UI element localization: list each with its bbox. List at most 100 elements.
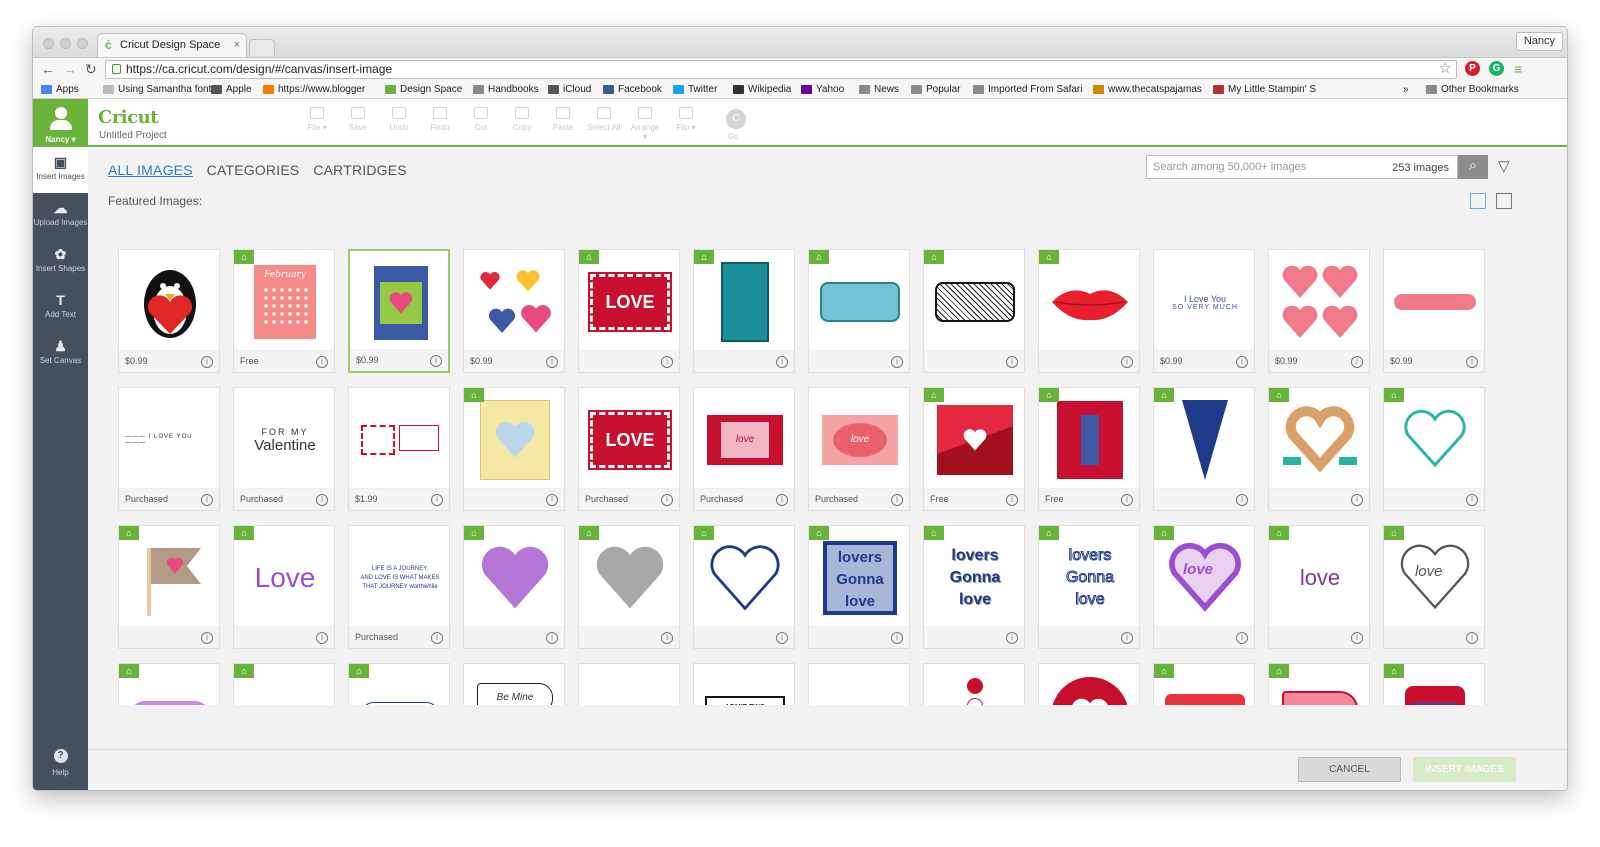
image-card[interactable]: love Purchased i	[693, 387, 795, 511]
bookmark-item[interactable]: Using Samantha font	[103, 81, 211, 98]
bookmark-item[interactable]: Twitter	[673, 81, 717, 98]
pinterest-icon[interactable]: P	[1465, 61, 1480, 76]
bookmark-item[interactable]: https://www.blogger	[263, 81, 365, 98]
forward-arrow-icon[interactable]: →	[63, 60, 77, 78]
toolbar-redo-button[interactable]: Redo	[423, 107, 457, 132]
toolbar-flip-button[interactable]: Flip ▾	[669, 107, 703, 132]
info-icon[interactable]: i	[431, 494, 443, 506]
info-icon[interactable]: i	[546, 356, 558, 368]
image-card[interactable]: lovers Gonna love ⌂ i	[1038, 525, 1140, 649]
image-card[interactable]: February ⌂ Free i	[233, 249, 335, 373]
insert-images-button[interactable]: INSERT IMAGES	[1413, 757, 1516, 782]
image-card[interactable]: Be MineXOXOi	[463, 663, 565, 705]
info-icon[interactable]: i	[201, 494, 213, 506]
bookmark-item[interactable]: My Little Stampin' S	[1213, 81, 1316, 98]
info-icon[interactable]: i	[316, 632, 328, 644]
image-card[interactable]: i	[1038, 663, 1140, 705]
sidebar-item-set-canvas[interactable]: ♟ Set Canvas	[33, 331, 88, 377]
image-card[interactable]: LOVE Purchased i	[578, 387, 680, 511]
image-card[interactable]: ⌂i	[578, 525, 680, 649]
info-icon[interactable]: i	[1006, 356, 1018, 368]
bookmark-item[interactable]: Yahoo	[801, 81, 844, 98]
bookmark-item[interactable]: Handbooks	[473, 81, 539, 98]
image-card[interactable]: love ⌂ i	[1153, 525, 1255, 649]
bookmark-item[interactable]: News	[859, 81, 899, 98]
info-icon[interactable]: i	[776, 356, 788, 368]
url-input[interactable]: https://ca.cricut.com/design/#/canvas/in…	[105, 60, 1457, 79]
info-icon[interactable]: i	[1466, 494, 1478, 506]
go-button[interactable]: C	[726, 109, 746, 129]
image-card[interactable]: LOVE ⌂ i	[578, 249, 680, 373]
bookmark-item[interactable]: Wikipedia	[733, 81, 791, 98]
bookmark-star-icon[interactable]: ☆	[1439, 60, 1452, 77]
image-card[interactable]: ⌂ Free i	[1038, 387, 1140, 511]
bookmark-item[interactable]: Apple	[211, 81, 252, 98]
browser-tab[interactable]: ċ Cricut Design Space ×	[97, 33, 247, 57]
image-card[interactable]: FOR MY Valentine Purchased i	[233, 387, 335, 511]
image-card[interactable]: LIFE IS A JOURNEY, AND LOVE IS WHAT MAKES…	[348, 525, 450, 649]
image-card[interactable]: iloveyou⌂i	[233, 663, 335, 705]
tab-categories[interactable]: CATEGORIES	[207, 162, 300, 178]
image-card[interactable]: ⌂i	[923, 249, 1025, 373]
close-window-button[interactable]	[43, 38, 54, 49]
window-controls[interactable]	[43, 38, 88, 49]
reload-icon[interactable]: ↻	[85, 60, 97, 78]
info-icon[interactable]: i	[1466, 632, 1478, 644]
info-icon[interactable]: i	[1236, 494, 1248, 506]
image-card[interactable]: ⌂i	[808, 249, 910, 373]
info-icon[interactable]: i	[430, 355, 442, 367]
info-icon[interactable]: i	[431, 632, 443, 644]
image-card[interactable]: Love ⌂ i	[233, 525, 335, 649]
profile-button[interactable]: Nancy	[1515, 32, 1563, 51]
image-card[interactable]: ⌂ Free i	[923, 387, 1025, 511]
image-card[interactable]: iloveyou⌂i	[118, 663, 220, 705]
info-icon[interactable]: i	[546, 494, 558, 506]
image-card[interactable]: $0.99 i	[463, 249, 565, 373]
info-icon[interactable]: i	[891, 356, 903, 368]
info-icon[interactable]: i	[661, 356, 673, 368]
image-card[interactable]: XO⌂i	[1153, 663, 1255, 705]
tab-cartridges[interactable]: CARTRIDGES	[313, 162, 407, 178]
image-card[interactable]: ⌂i	[463, 525, 565, 649]
cancel-button[interactable]: CANCEL	[1298, 757, 1401, 782]
minimize-window-button[interactable]	[60, 38, 71, 49]
info-icon[interactable]: i	[201, 632, 213, 644]
info-icon[interactable]: i	[891, 494, 903, 506]
info-icon[interactable]: i	[661, 632, 673, 644]
other-bookmarks[interactable]: Other Bookmarks	[1426, 81, 1519, 98]
search-input[interactable]: Search among 50,000+ images 253 images	[1146, 155, 1458, 179]
image-card[interactable]: love ⌂ i	[1268, 525, 1370, 649]
bookmark-item[interactable]: Popular	[911, 81, 960, 98]
info-icon[interactable]: i	[1121, 632, 1133, 644]
toolbar-file-button[interactable]: File ▾	[300, 107, 334, 132]
info-icon[interactable]: i	[776, 632, 788, 644]
image-card[interactable]: I Love You SO VERY MUCH $0.99 i	[1153, 249, 1255, 373]
image-card[interactable]: $1.99 i	[348, 387, 450, 511]
user-menu[interactable]: Nancy ▾	[33, 99, 88, 147]
info-icon[interactable]: i	[316, 494, 328, 506]
image-card[interactable]: ——— I LOVE YOU ——— Purchased i	[118, 387, 220, 511]
menu-icon[interactable]: ≡	[1514, 60, 1522, 78]
tab-close-icon[interactable]: ×	[234, 34, 240, 56]
image-card[interactable]: $0.99 i	[1383, 249, 1485, 373]
bookmark-item[interactable]: Apps	[41, 81, 79, 98]
toolbar-arrange-button[interactable]: Arrange ▾	[628, 107, 662, 141]
sidebar-item-upload-images[interactable]: ☁ Upload Images	[33, 193, 88, 239]
toolbar-save-button[interactable]: Save	[341, 107, 375, 132]
image-card[interactable]: ADMIT TWOi	[693, 663, 795, 705]
image-card[interactable]: ⌂i	[693, 525, 795, 649]
info-icon[interactable]: i	[1006, 632, 1018, 644]
toolbar-cut-button[interactable]: Cut	[464, 107, 498, 132]
sidebar-item-insert-images[interactable]: ▣ Insert Images	[33, 147, 88, 193]
info-icon[interactable]: i	[1121, 494, 1133, 506]
filter-icon[interactable]: ▽	[1498, 157, 1510, 175]
toolbar-copy-button[interactable]: Copy	[505, 107, 539, 132]
bookmarks-more-button[interactable]: »	[1403, 81, 1409, 98]
info-icon[interactable]: i	[1236, 632, 1248, 644]
info-icon[interactable]: i	[1466, 356, 1478, 368]
info-icon[interactable]: i	[1006, 494, 1018, 506]
info-icon[interactable]: i	[1236, 356, 1248, 368]
info-icon[interactable]: i	[1351, 356, 1363, 368]
info-icon[interactable]: i	[1121, 356, 1133, 368]
image-card[interactable]: ⌂i	[463, 387, 565, 511]
